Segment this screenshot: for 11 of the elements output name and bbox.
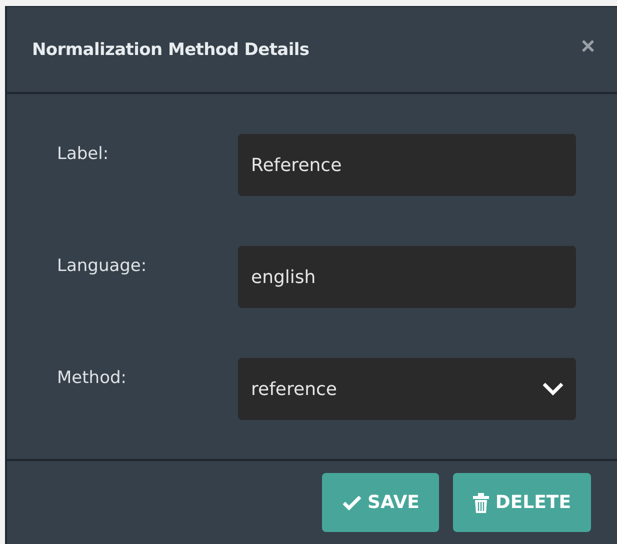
close-button[interactable]: × xyxy=(580,34,595,58)
field-label: Method: xyxy=(57,367,128,388)
trash-icon xyxy=(473,492,490,512)
method-select[interactable]: reference xyxy=(238,358,576,420)
input-field[interactable]: english xyxy=(238,246,576,308)
chevron-down-icon xyxy=(542,382,564,396)
dialog-title: Normalization Method Details xyxy=(32,40,310,60)
input-field[interactable]: Reference xyxy=(238,134,576,196)
field-label: Label: xyxy=(57,143,110,164)
check-icon xyxy=(342,494,362,510)
field-label: Language: xyxy=(57,255,148,276)
